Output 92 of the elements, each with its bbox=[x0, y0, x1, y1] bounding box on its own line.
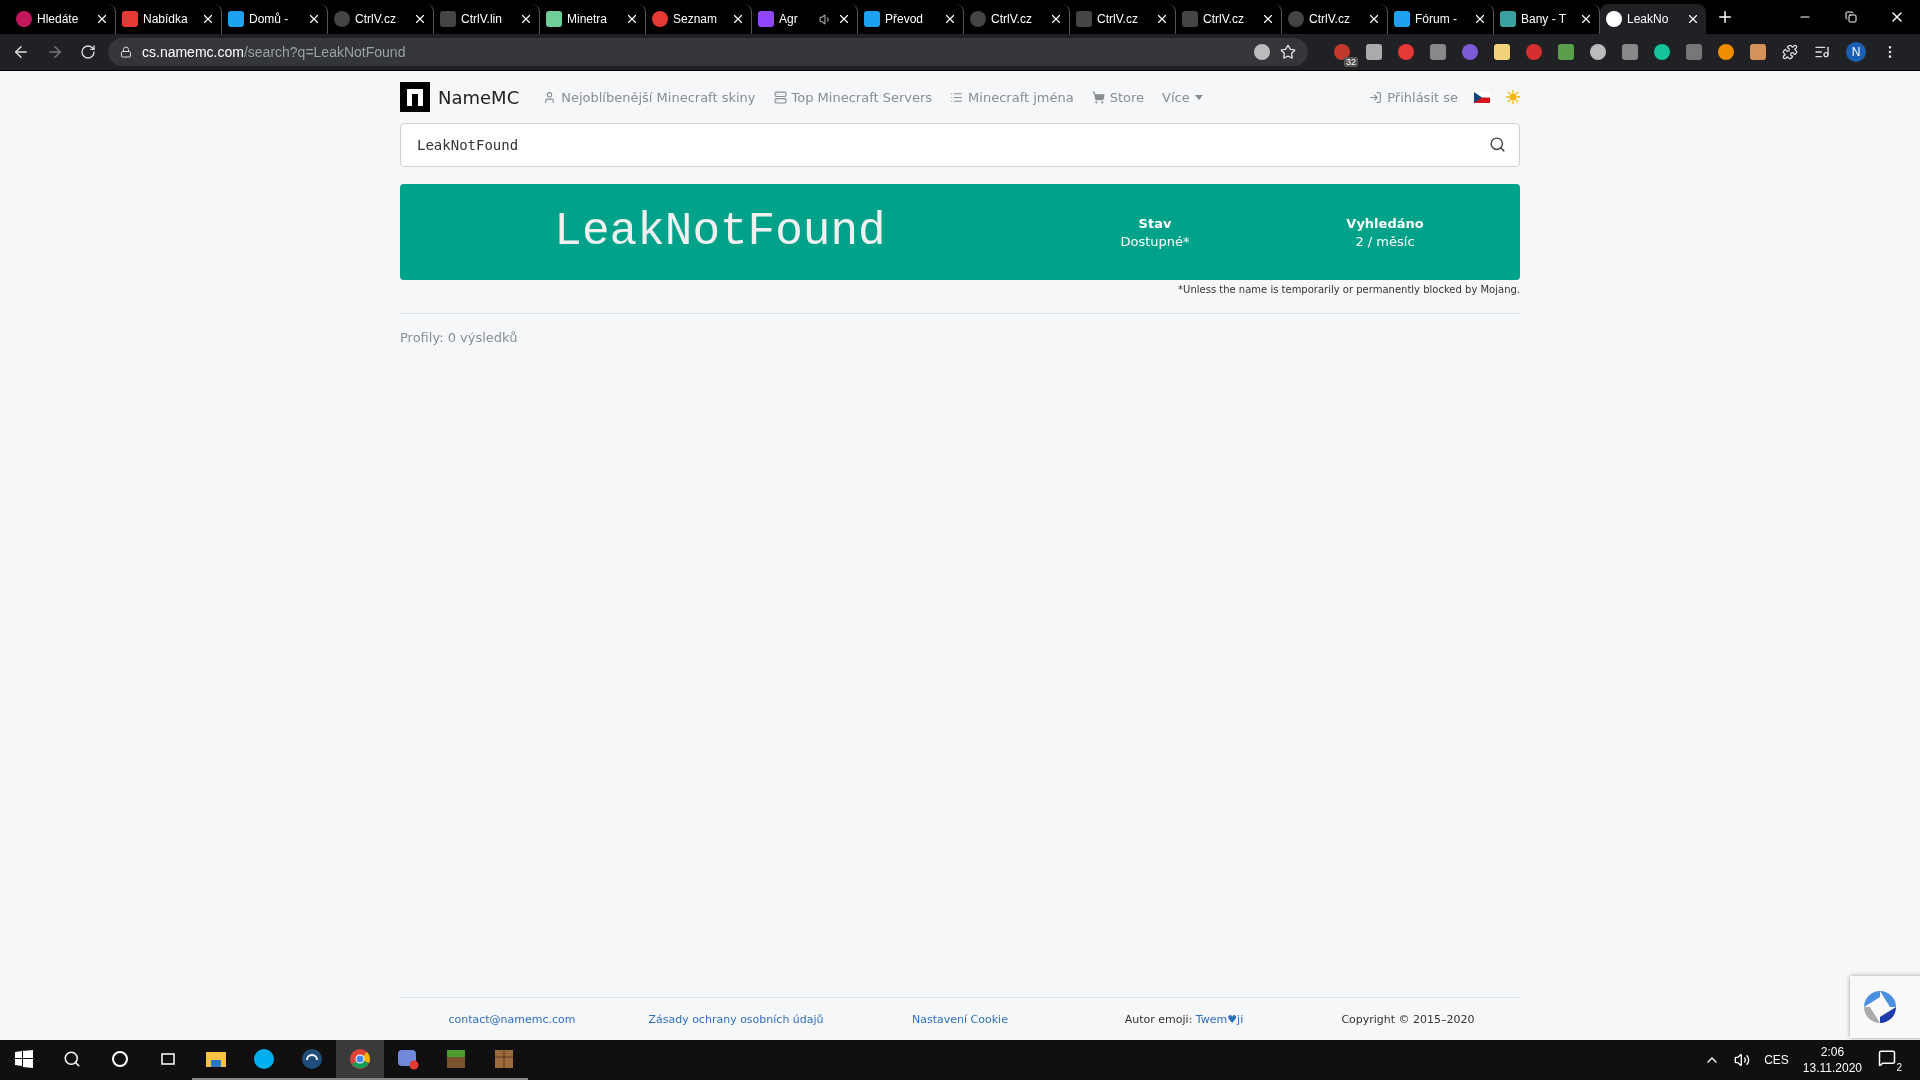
favicon bbox=[864, 11, 880, 27]
copyright-text: Copyright © 2015–2020 bbox=[1341, 1012, 1475, 1026]
emoji-credit: Autor emoji: Twem♥ji bbox=[1124, 1012, 1244, 1026]
extension-icon[interactable] bbox=[1398, 44, 1414, 60]
extension-badge: 32 bbox=[1344, 57, 1358, 67]
close-icon[interactable] bbox=[201, 12, 215, 26]
extension-icon[interactable] bbox=[1654, 44, 1670, 60]
notification-icon bbox=[1878, 1049, 1896, 1067]
close-icon[interactable] bbox=[731, 12, 745, 26]
logo-icon bbox=[400, 82, 430, 112]
favicon bbox=[546, 11, 562, 27]
restore-icon bbox=[1845, 11, 1857, 23]
favicon bbox=[758, 11, 774, 27]
server-icon bbox=[773, 90, 787, 104]
favicon bbox=[334, 11, 350, 27]
stat-value: 2 / měsíc bbox=[1355, 233, 1415, 249]
browser-tab[interactable]: LeakNo bbox=[1600, 4, 1706, 34]
stat-label: Stav bbox=[1138, 215, 1172, 231]
folder-icon bbox=[205, 1049, 227, 1069]
circle-icon bbox=[111, 1050, 129, 1068]
extension-icon[interactable] bbox=[1718, 44, 1734, 60]
crate-icon bbox=[493, 1048, 515, 1070]
reload-icon bbox=[80, 44, 96, 60]
close-icon[interactable] bbox=[1579, 12, 1593, 26]
site-logo[interactable]: NameMC bbox=[400, 82, 520, 112]
footer-link[interactable]: Twem♥ji bbox=[1195, 1012, 1244, 1026]
plus-icon bbox=[1716, 8, 1734, 26]
profiles-count: Profily: 0 výsledků bbox=[400, 330, 519, 345]
favicon bbox=[1606, 11, 1622, 27]
close-icon[interactable] bbox=[1473, 12, 1487, 26]
clock[interactable]: 2:06 13.11.2020 bbox=[1802, 1045, 1862, 1075]
search-icon bbox=[63, 1050, 81, 1068]
favicon bbox=[122, 11, 138, 27]
user-icon bbox=[543, 90, 557, 104]
caret-icon bbox=[1194, 94, 1203, 100]
extensions-icon[interactable] bbox=[1782, 44, 1798, 60]
cart-icon bbox=[1091, 90, 1105, 104]
headset-icon bbox=[301, 1048, 323, 1070]
extension-icon[interactable] bbox=[1590, 44, 1606, 60]
close-icon[interactable] bbox=[1367, 12, 1381, 26]
footer-link[interactable]: contact@namemc.com bbox=[448, 1012, 576, 1026]
close-icon[interactable] bbox=[519, 12, 533, 26]
close-icon[interactable] bbox=[1049, 12, 1063, 26]
close-icon[interactable] bbox=[95, 12, 109, 26]
favicon bbox=[440, 11, 456, 27]
stat-label: Vyhledáno bbox=[1346, 215, 1424, 231]
footer-link[interactable]: Zásady ochrany osobních údajů bbox=[648, 1012, 824, 1026]
lock-icon bbox=[120, 46, 132, 58]
favicon bbox=[1076, 11, 1092, 27]
forward-arrow-icon bbox=[46, 43, 64, 61]
favicon bbox=[16, 11, 32, 27]
close-icon[interactable] bbox=[307, 12, 321, 26]
close-icon[interactable] bbox=[1686, 12, 1700, 26]
task-view-icon bbox=[159, 1050, 177, 1068]
address-bar[interactable]: cs.namemc.com/search?q=LeakNotFound bbox=[108, 38, 1308, 66]
url-text: cs.namemc.com/search?q=LeakNotFound bbox=[142, 44, 406, 60]
volume-icon[interactable] bbox=[1734, 1052, 1751, 1068]
favicon bbox=[1394, 11, 1410, 27]
flag-icon[interactable] bbox=[1474, 91, 1490, 103]
grass-block-icon bbox=[445, 1048, 467, 1070]
profile-avatar[interactable]: N bbox=[1846, 42, 1866, 62]
stat-value: Dostupné* bbox=[1120, 233, 1190, 249]
captcha-icon bbox=[1862, 989, 1898, 1025]
favicon bbox=[970, 11, 986, 27]
searched-name: LeakNotFound bbox=[553, 206, 887, 258]
logo-text: NameMC bbox=[438, 86, 520, 108]
close-icon[interactable] bbox=[413, 12, 427, 26]
login-icon bbox=[1369, 90, 1383, 104]
footer-link[interactable]: Nastavení Cookie bbox=[912, 1012, 1008, 1026]
search-field[interactable]: LeakNotFound bbox=[400, 123, 1520, 167]
close-icon[interactable] bbox=[1261, 12, 1275, 26]
close-icon[interactable] bbox=[837, 12, 851, 26]
favicon bbox=[228, 11, 244, 27]
bookmark-star-icon[interactable] bbox=[1280, 44, 1296, 60]
input-language[interactable]: CES bbox=[1764, 1053, 1789, 1067]
taskbar-app[interactable] bbox=[336, 1040, 384, 1080]
media-control-icon[interactable] bbox=[1814, 44, 1830, 60]
browser-icon bbox=[349, 1048, 371, 1070]
captcha-badge[interactable] bbox=[1850, 976, 1920, 1038]
favicon bbox=[652, 11, 668, 27]
windows-icon bbox=[15, 1050, 33, 1068]
favicon bbox=[1288, 11, 1304, 27]
search-icon[interactable] bbox=[1489, 136, 1506, 153]
list-icon bbox=[950, 90, 964, 104]
close-icon[interactable] bbox=[1155, 12, 1169, 26]
availability-note: *Unless the name is temporarily or permanently blocked by Mojang. bbox=[1177, 284, 1520, 295]
close-icon[interactable] bbox=[943, 12, 957, 26]
close-icon[interactable] bbox=[625, 12, 639, 26]
favicon bbox=[1500, 11, 1516, 27]
notification-button[interactable]: 2 bbox=[1876, 1047, 1904, 1073]
speaker-icon[interactable] bbox=[819, 12, 832, 26]
favicon bbox=[1182, 11, 1198, 27]
